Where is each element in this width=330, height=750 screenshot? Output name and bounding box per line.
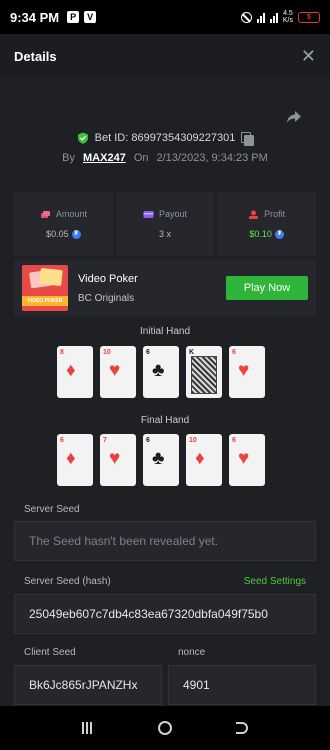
payout-value: 3 x: [159, 229, 172, 239]
card-suit-icon: ♥: [238, 360, 250, 381]
initial-hand-title: Initial Hand: [139, 326, 191, 337]
initial_hand-card-3: 6 ♣: [143, 346, 179, 398]
share-icon[interactable]: [286, 110, 302, 124]
server-seed-hash-field[interactable]: 25049eb607c7db4c83ea67320dbfa049f75b0: [14, 594, 316, 634]
play-now-button[interactable]: Play Now: [226, 276, 308, 300]
card-rank: 10: [103, 349, 111, 356]
final_hand-card-3: 6 ♣: [143, 434, 179, 486]
card-suit-icon: ♦: [66, 360, 76, 381]
nonce-field[interactable]: 4901: [168, 665, 316, 705]
signal-icon: [256, 12, 265, 23]
bet-by-row: By MAX247 On 2/13/2023, 9:34:23 PM: [0, 152, 330, 164]
client-seed-label: Client Seed: [24, 647, 76, 658]
nonce-label: nonce: [178, 647, 206, 658]
modal-title: Details: [14, 48, 57, 64]
app-notification-icon: P: [67, 11, 80, 23]
amount-value: $0.05: [46, 229, 69, 239]
on-label: On: [133, 152, 149, 164]
king-face-art: [191, 356, 217, 394]
final_hand-card-5: 6 ♥: [229, 434, 265, 486]
do-not-disturb-icon: [240, 11, 252, 23]
server-seed-hash-label: Server Seed (hash): [24, 576, 111, 587]
thumbnail-banner: VIDEO POKER: [22, 296, 68, 306]
initial_hand-card-1: 8 ♦: [57, 346, 93, 398]
coin-icon: ₮: [274, 229, 284, 239]
card-rank: 6: [146, 437, 150, 444]
stat-payout: Payout 3 x: [115, 192, 215, 256]
details-modal: Details ✕ Bet ID: 86997354309227301 By M…: [0, 34, 330, 706]
seed-settings-link[interactable]: Seed Settings: [244, 576, 306, 587]
coin-icon: ₮: [71, 229, 81, 239]
card-suit-icon: ♣: [152, 448, 165, 469]
signal-4g-icon: [269, 12, 278, 23]
card-rank: 6: [146, 349, 150, 356]
wallet-icon: [143, 210, 154, 218]
card-suit-icon: ♥: [109, 360, 121, 381]
profit-value: $0.10: [249, 229, 272, 239]
bet-stats: Amount $0.05 ₮ Payout 3 x Profit $0.10 ₮: [14, 192, 317, 256]
initial-hand: 8 ♦ 10 ♥ 6 ♣ K 6 ♥: [57, 346, 273, 398]
game-provider: BC Originals: [78, 292, 135, 304]
net-speed: 4.5 K/s: [282, 10, 293, 24]
final-hand-title: Final Hand: [140, 415, 190, 426]
card-suit-icon: ♦: [195, 448, 205, 469]
shield-check-icon: [77, 132, 88, 144]
status-time: 9:34 PM: [10, 9, 60, 25]
copy-icon[interactable]: [241, 132, 255, 146]
final_hand-card-1: 6 ♦: [57, 434, 93, 486]
game-name: Video Poker: [78, 272, 138, 285]
card-rank: 8: [60, 349, 64, 356]
modal-header: Details ✕: [0, 34, 330, 78]
close-icon[interactable]: ✕: [301, 47, 316, 65]
card-suit-icon: ♦: [66, 448, 76, 469]
card-rank: K: [189, 349, 195, 356]
app-notification-icon-v: V: [84, 11, 97, 23]
final_hand-card-2: 7 ♥: [100, 434, 136, 486]
bet-id-row: Bet ID: 86997354309227301: [0, 132, 330, 146]
stat-amount: Amount $0.05 ₮: [14, 192, 113, 256]
card-suit-icon: ♥: [238, 448, 250, 469]
card-rank: 6: [232, 349, 236, 356]
chips-icon: [40, 210, 50, 218]
profit-label: Profit: [264, 209, 286, 219]
android-nav-bar: [0, 706, 330, 750]
video-poker-thumbnail[interactable]: VIDEO POKER: [22, 265, 68, 311]
amount-label: Amount: [55, 209, 87, 219]
card-suit-icon: ♥: [109, 448, 121, 469]
by-label: By: [62, 152, 76, 164]
initial_hand-card-4: K: [186, 346, 222, 398]
payout-label: Payout: [158, 209, 188, 219]
back-icon[interactable]: [236, 722, 248, 734]
card-rank: 7: [103, 437, 107, 444]
recent-apps-icon[interactable]: [82, 722, 94, 734]
card-rank: 10: [189, 437, 197, 444]
server-seed-label: Server Seed: [24, 504, 80, 515]
card-rank: 6: [232, 437, 236, 444]
bet-user-link[interactable]: MAX247: [83, 152, 126, 164]
game-row: VIDEO POKER Video Poker BC Originals Pla…: [14, 260, 316, 316]
status-bar: 9:34 PM P V 4.5 K/s 5: [0, 0, 330, 34]
profit-icon: [249, 210, 259, 219]
initial_hand-card-2: 10 ♥: [100, 346, 136, 398]
server-seed-field: The Seed hasn't been revealed yet.: [14, 521, 316, 561]
bet-id: Bet ID: 86997354309227301: [94, 132, 236, 144]
final_hand-card-4: 10 ♦: [186, 434, 222, 486]
stat-profit: Profit $0.10 ₮: [217, 192, 317, 256]
card-rank: 6: [60, 437, 64, 444]
battery-icon: 5: [298, 11, 320, 23]
status-icons: 4.5 K/s 5: [240, 10, 320, 24]
initial_hand-card-5: 6 ♥: [229, 346, 265, 398]
client-seed-field[interactable]: Bk6Jc865rJPANZHx: [14, 665, 162, 705]
card-suit-icon: ♣: [152, 360, 165, 381]
final-hand: 6 ♦ 7 ♥ 6 ♣ 10 ♦ 6 ♥: [57, 434, 273, 486]
bet-date: 2/13/2023, 9:34:23 PM: [156, 152, 268, 164]
home-icon[interactable]: [158, 721, 172, 735]
